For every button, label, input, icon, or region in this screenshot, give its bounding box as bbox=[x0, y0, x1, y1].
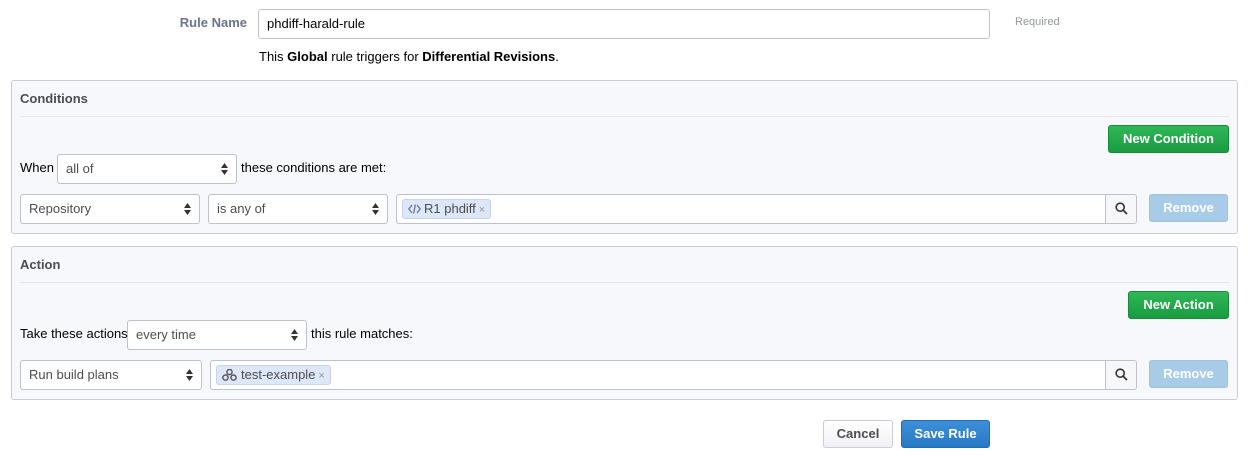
take-actions-label: Take these actions bbox=[20, 326, 128, 341]
action-remove-button[interactable]: Remove bbox=[1149, 360, 1228, 388]
condition-operator-value: is any of bbox=[217, 201, 266, 216]
when-suffix-label: these conditions are met: bbox=[241, 160, 387, 175]
condition-field-value: Repository bbox=[29, 201, 92, 216]
search-icon bbox=[1115, 368, 1128, 381]
action-frequency-select[interactable]: every time bbox=[127, 320, 307, 350]
required-hint: Required bbox=[1015, 16, 1060, 28]
take-suffix-label: this rule matches: bbox=[311, 326, 413, 341]
build-plan-icon bbox=[222, 368, 237, 381]
new-action-button[interactable]: New Action bbox=[1128, 291, 1229, 319]
trigger-description: This Global rule triggers for Differenti… bbox=[259, 49, 559, 64]
save-rule-button[interactable]: Save Rule bbox=[901, 420, 990, 448]
cancel-button[interactable]: Cancel bbox=[823, 420, 893, 448]
condition-match-select[interactable]: all of bbox=[57, 154, 237, 184]
build-plan-token-label: test-example bbox=[241, 367, 316, 382]
select-arrows-icon bbox=[291, 329, 298, 341]
repository-tokenizer[interactable]: R1 phdiff × bbox=[396, 194, 1137, 224]
code-icon bbox=[407, 204, 422, 214]
token-remove-icon[interactable]: × bbox=[318, 370, 324, 382]
action-panel: Action New Action Take these actions eve… bbox=[11, 246, 1238, 400]
select-arrows-icon bbox=[184, 203, 191, 215]
divider bbox=[20, 282, 1229, 283]
repository-token-label: R1 phdiff bbox=[424, 201, 476, 216]
build-plan-token[interactable]: test-example × bbox=[216, 365, 331, 385]
when-label: When bbox=[20, 160, 54, 175]
select-arrows-icon bbox=[186, 369, 193, 381]
build-plan-tokenizer[interactable]: test-example × bbox=[210, 360, 1137, 390]
token-remove-icon[interactable]: × bbox=[479, 204, 485, 216]
repository-search-button[interactable] bbox=[1105, 195, 1136, 223]
rule-name-label: Rule Name bbox=[179, 15, 247, 30]
condition-remove-button[interactable]: Remove bbox=[1149, 194, 1228, 222]
build-plan-search-button[interactable] bbox=[1105, 361, 1136, 389]
conditions-panel: Conditions New Condition When all of the… bbox=[11, 80, 1238, 234]
condition-field-select[interactable]: Repository bbox=[20, 194, 200, 224]
search-icon bbox=[1115, 202, 1128, 215]
action-type-select[interactable]: Run build plans bbox=[20, 360, 202, 390]
select-arrows-icon bbox=[372, 203, 379, 215]
conditions-heading: Conditions bbox=[20, 91, 88, 106]
divider bbox=[20, 116, 1229, 117]
condition-match-value: all of bbox=[66, 161, 94, 176]
select-arrows-icon bbox=[221, 163, 228, 175]
new-condition-button[interactable]: New Condition bbox=[1108, 125, 1229, 153]
action-frequency-value: every time bbox=[136, 327, 196, 342]
condition-operator-select[interactable]: is any of bbox=[208, 194, 388, 224]
action-type-value: Run build plans bbox=[29, 367, 119, 382]
repository-token[interactable]: R1 phdiff × bbox=[402, 199, 492, 219]
rule-name-input[interactable]: phdiff-harald-rule bbox=[258, 9, 990, 39]
action-heading: Action bbox=[20, 257, 61, 272]
